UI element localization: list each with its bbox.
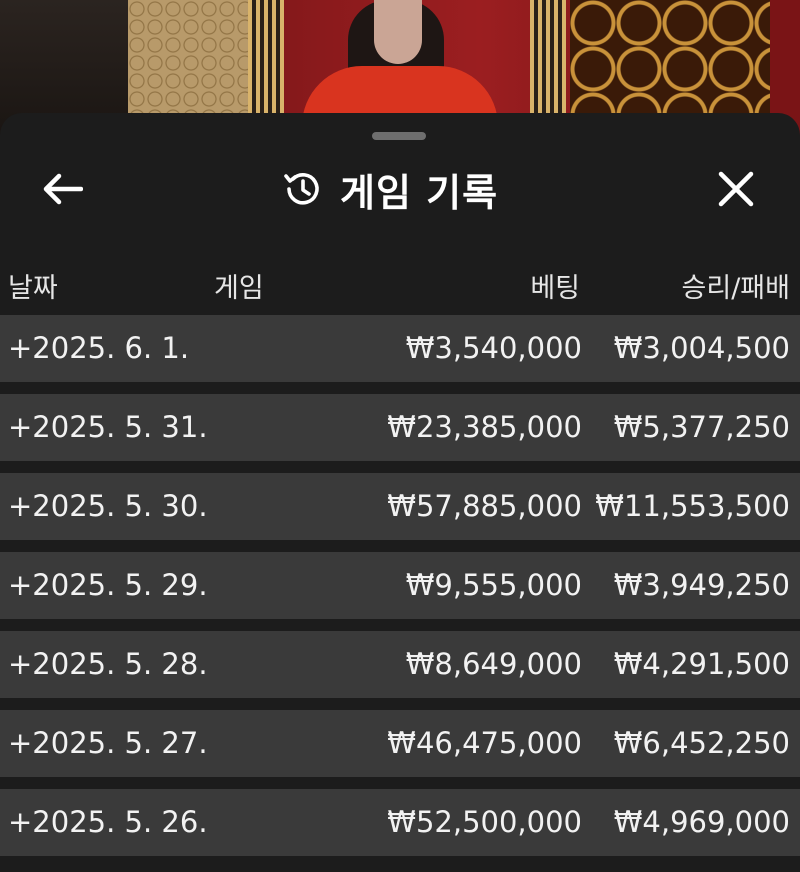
row-bet: ₩46,475,000 [387,726,582,760]
row-win-loss: ₩3,004,500 [613,331,790,365]
column-header-game: 게임 [214,272,264,304]
row-date: +2025. 5. 30. [8,489,208,523]
history-list: +2025. 6. 1. ₩3,540,000 ₩3,004,500 +2025… [0,315,800,868]
history-row[interactable]: +2025. 5. 31. ₩23,385,000 ₩5,377,250 [0,394,800,461]
history-row[interactable]: +2025. 6. 1. ₩3,540,000 ₩3,004,500 [0,315,800,382]
back-button[interactable] [38,165,86,213]
row-bet: ₩3,540,000 [405,331,582,365]
close-icon [718,171,754,207]
close-button[interactable] [710,163,762,215]
row-date: +2025. 5. 26. [8,805,208,839]
column-header-bet: 베팅 [530,272,580,304]
arrow-left-icon [43,173,83,205]
row-date: +2025. 5. 28. [8,647,208,681]
game-history-sheet: 게임 기록 날짜 게임 베팅 승리/패배 +2025. 6. 1. ₩3,540… [0,113,800,872]
row-win-loss: ₩4,291,500 [613,647,790,681]
row-date: +2025. 6. 1. [8,331,190,365]
row-win-loss: ₩4,969,000 [613,805,790,839]
sheet-drag-handle[interactable] [372,132,426,140]
row-bet: ₩9,555,000 [405,568,582,602]
row-date: +2025. 5. 29. [8,568,208,602]
row-bet: ₩23,385,000 [387,410,582,444]
history-row[interactable]: +2025. 5. 29. ₩9,555,000 ₩3,949,250 [0,552,800,619]
sheet-header: 게임 기록 [0,153,800,223]
column-header-date: 날짜 [8,272,58,304]
history-row[interactable]: +2025. 5. 28. ₩8,649,000 ₩4,291,500 [0,631,800,698]
history-clock-icon [284,173,319,205]
row-win-loss: ₩11,553,500 [595,489,790,523]
title-group: 게임 기록 [280,161,498,217]
page-title: 게임 기록 [340,170,499,215]
row-date: +2025. 5. 27. [8,726,208,760]
history-row[interactable]: +2025. 5. 27. ₩46,475,000 ₩6,452,250 [0,710,800,777]
row-bet: ₩8,649,000 [405,647,582,681]
row-date: +2025. 5. 31. [8,410,208,444]
row-win-loss: ₩5,377,250 [613,410,790,444]
row-win-loss: ₩3,949,250 [613,568,790,602]
history-row[interactable]: +2025. 5. 30. ₩57,885,000 ₩11,553,500 [0,473,800,540]
row-bet: ₩52,500,000 [387,805,582,839]
row-win-loss: ₩6,452,250 [613,726,790,760]
history-row[interactable]: +2025. 5. 26. ₩52,500,000 ₩4,969,000 [0,789,800,856]
row-bet: ₩57,885,000 [387,489,582,523]
column-header-win-loss: 승리/패배 [681,272,790,304]
